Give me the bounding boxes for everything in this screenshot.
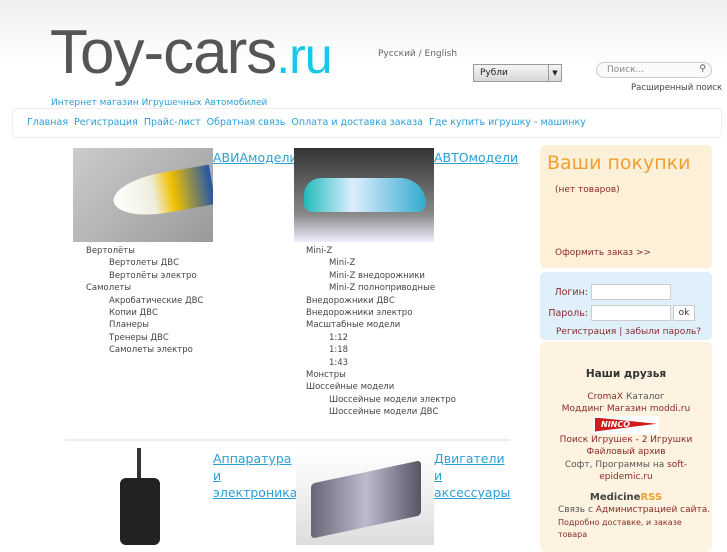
category-electronics-title[interactable]: Аппаратура и электроника <box>213 450 297 501</box>
chevron-down-icon: ▼ <box>548 65 561 81</box>
currency-value: Рубли <box>480 68 508 78</box>
tagline: Интернет магазин Игрушечных Автомобилей <box>51 98 268 108</box>
category-avia-list: Вертолёты Вертолеты ДВС Вертолёты электро С… <box>86 245 203 357</box>
cart-empty: (нет товаров) <box>555 185 620 195</box>
subcategory-link[interactable]: 1:43 <box>306 357 456 369</box>
category-auto-title[interactable]: АВТОмодели <box>434 149 518 166</box>
logo-main: Toy-cars <box>50 18 277 87</box>
main-nav: Главная Регистрация Прайс-лист Обратная … <box>12 108 722 138</box>
logo-tld: .ru <box>276 28 332 84</box>
subcategory-link[interactable]: Mini-Z <box>306 257 456 269</box>
password-label: Пароль: <box>548 308 588 319</box>
subcategory-link[interactable]: Шоссейные модели ДВС <box>306 406 456 418</box>
friends-title: Наши друзья <box>585 368 667 380</box>
nav-register[interactable]: Регистрация <box>74 117 138 128</box>
subcategory-link[interactable]: Акробатические ДВС <box>86 295 203 307</box>
divider <box>65 439 510 441</box>
register-link[interactable]: Регистрация <box>556 327 616 337</box>
login-label: Логин: <box>554 287 588 298</box>
search-placeholder: Поиск... <box>607 65 645 75</box>
airplane-image[interactable] <box>73 148 213 242</box>
cart-title: Ваши покупки <box>547 152 691 174</box>
radio-transmitter-image[interactable] <box>110 448 170 545</box>
car-image[interactable] <box>294 148 434 242</box>
subcategory-link[interactable]: Вертолеты ДВС <box>86 257 203 269</box>
soft-text: Софт, Программы на <box>564 459 665 470</box>
subcategory-link[interactable]: Планеры <box>86 319 203 331</box>
rss-text: RSS <box>640 491 663 503</box>
advanced-search-link[interactable]: Расширенный поиск <box>631 83 722 93</box>
subcategory-link[interactable]: Копии ДВС <box>86 307 203 319</box>
file-archive-link[interactable]: Файловый архив <box>540 446 712 459</box>
medicine-text: Medicine <box>589 491 641 503</box>
password-input[interactable] <box>591 305 671 321</box>
category-link[interactable]: Mini-Z <box>306 245 456 257</box>
forgot-password-link[interactable]: забыли пароль? <box>625 327 701 337</box>
category-link[interactable]: Монстры <box>306 369 456 381</box>
medicine-rss-logo[interactable]: MedicineRSS <box>540 492 712 505</box>
cart-box: Ваши покупки (нет товаров) Оформить зака… <box>540 145 712 268</box>
category-link[interactable]: Вертолёты <box>86 245 203 257</box>
login-input[interactable] <box>591 284 671 300</box>
nav-where-to-buy[interactable]: Где купить игрушку - машинку <box>429 117 586 128</box>
search-icon[interactable]: ⚲ <box>699 64 706 74</box>
subcategory-link[interactable]: Шоссейные модели электро <box>306 394 456 406</box>
toys-search-link[interactable]: Поиск Игрушек - 2 Игрушки <box>540 434 712 447</box>
search-input[interactable]: Поиск... ⚲ <box>596 62 712 78</box>
language-switcher[interactable]: Русский / English <box>378 49 457 59</box>
category-link[interactable]: Масштабные модели <box>306 319 456 331</box>
modding-link[interactable]: Моддинг Магазин moddi.ru <box>540 403 712 416</box>
ninco-text: NINCO <box>595 417 657 432</box>
nav-pricelist[interactable]: Прайс-лист <box>144 117 201 128</box>
category-link[interactable]: Шоссейные модели <box>306 381 456 393</box>
separator: | <box>619 327 623 337</box>
login-box: Логин: Пароль: ok Регистрация | забыли п… <box>540 272 712 340</box>
category-link[interactable]: Внедорожники ДВС <box>306 295 456 307</box>
contact-more: Подробно доставке, и заказе товара <box>558 517 682 540</box>
category-avia-title[interactable]: АВИАмодели <box>213 149 298 166</box>
category-engines-title[interactable]: Двигатели и аксессуары <box>434 450 514 501</box>
category-link[interactable]: Внедорожники электро <box>306 307 456 319</box>
login-ok-button[interactable]: ok <box>673 305 695 321</box>
checkout-link[interactable]: Оформить заказ >> <box>555 248 651 258</box>
catalog-text: Каталог <box>625 391 665 402</box>
subcategory-link[interactable]: 1:12 <box>306 332 456 344</box>
nav-home[interactable]: Главная <box>27 117 68 128</box>
friends-box: Наши друзья CromaX Каталог Моддинг Магаз… <box>540 342 712 552</box>
subcategory-link[interactable]: Вертолёты электро <box>86 270 203 282</box>
subcategory-link[interactable]: Mini-Z внедорожники <box>306 270 456 282</box>
nav-payment-delivery[interactable]: Оплата и доставка заказа <box>291 117 423 128</box>
subcategory-link[interactable]: Тренеры ДВС <box>86 332 203 344</box>
engine-image[interactable] <box>296 452 434 545</box>
subcategory-link[interactable]: Самолеты электро <box>86 344 203 356</box>
site-logo[interactable]: Toy-cars.ru <box>50 22 333 84</box>
subcategory-link[interactable]: 1:18 <box>306 344 456 356</box>
contact-text: Связь с <box>558 505 593 515</box>
nav-feedback[interactable]: Обратная связь <box>207 117 286 128</box>
admin-contact-link[interactable]: Администрацией сайта. <box>596 505 710 515</box>
ninco-logo[interactable]: NINCO <box>593 415 659 434</box>
category-auto-list: Mini-Z Mini-Z Mini-Z внедорожники Mini-Z по… <box>306 245 456 419</box>
cromax-link[interactable]: CromaX <box>587 392 623 402</box>
currency-select[interactable]: Рубли ▼ <box>473 64 562 82</box>
subcategory-link[interactable]: Mini-Z полноприводные <box>306 282 456 294</box>
category-link[interactable]: Самолеты <box>86 282 203 294</box>
